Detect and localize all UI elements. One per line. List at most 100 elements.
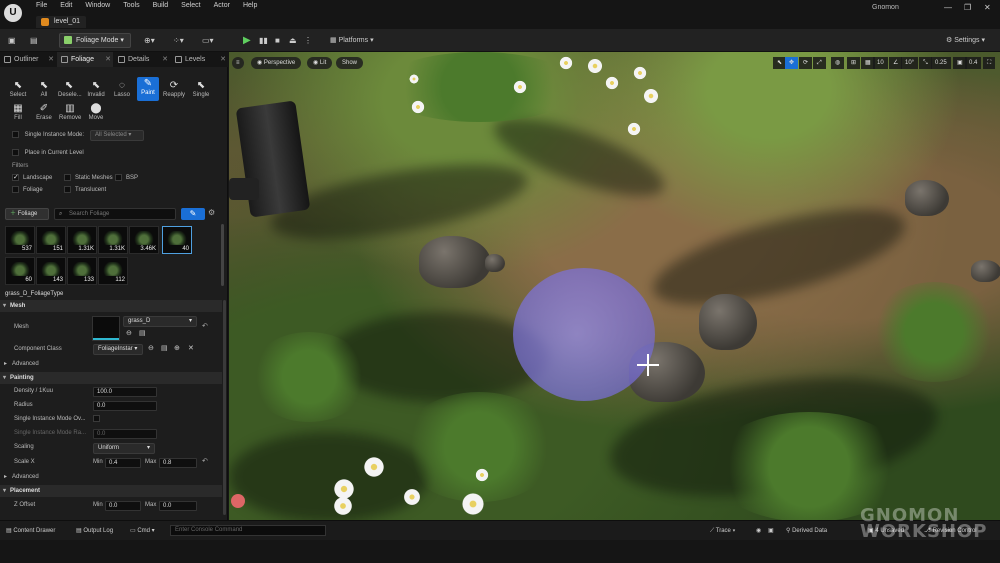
- painting-section-header[interactable]: ▾ Painting: [0, 372, 222, 384]
- filter-translucent[interactable]: Translucent: [64, 184, 106, 197]
- details-scrollbar[interactable]: [223, 300, 226, 515]
- tool-move[interactable]: ⬤ Move: [85, 102, 107, 124]
- foliage-thumb[interactable]: 3.46K: [129, 226, 159, 254]
- filter-landscape-checkbox[interactable]: [12, 171, 19, 184]
- mesh-section-header[interactable]: ▾ Mesh: [0, 300, 222, 312]
- foliage-thumb[interactable]: 1.31K: [67, 226, 97, 254]
- tool-lasso[interactable]: ◌ Lasso: [111, 79, 133, 101]
- menu-file[interactable]: File: [36, 2, 47, 9]
- world-icon[interactable]: ◍: [831, 57, 845, 69]
- play-icon[interactable]: ▶: [243, 34, 251, 48]
- z-offset-min-field[interactable]: 0.0: [105, 501, 141, 511]
- browse-icon[interactable]: ▤: [161, 344, 168, 352]
- menu-edit[interactable]: Edit: [60, 2, 72, 9]
- level-tab[interactable]: level_01: [36, 16, 87, 28]
- play-options-icon[interactable]: ⋮: [304, 34, 312, 48]
- foliage-thumb[interactable]: 133: [67, 257, 97, 285]
- cmd-dropdown[interactable]: ▭ Cmd ▾: [130, 525, 155, 537]
- platforms-button[interactable]: ▦ Platforms ▾: [330, 34, 374, 48]
- blueprint-icon[interactable]: ⁘▾: [173, 34, 184, 48]
- maximize-viewport-icon[interactable]: ⛶: [983, 57, 996, 69]
- menu-window[interactable]: Window: [85, 2, 110, 9]
- reset-icon[interactable]: ↶: [202, 322, 208, 330]
- cpu-icon[interactable]: ▣: [768, 525, 774, 537]
- scale-icon[interactable]: ⤢: [813, 57, 826, 69]
- mode-dropdown[interactable]: Foliage Mode ▾: [59, 33, 131, 48]
- tool-select[interactable]: ⬉ Select: [7, 79, 29, 101]
- filter-foliage-checkbox[interactable]: [12, 185, 19, 193]
- menu-help[interactable]: Help: [243, 2, 257, 9]
- component-class-dropdown[interactable]: FoliageInstar ▾: [93, 344, 143, 355]
- angle-snap-value[interactable]: 10°: [901, 57, 919, 69]
- maximize-button[interactable]: ❐: [964, 3, 971, 12]
- tool-remove[interactable]: ▥ Remove: [59, 102, 81, 124]
- scale-snap-value[interactable]: 0.25: [931, 57, 951, 69]
- browse-icon[interactable]: ▤: [139, 329, 146, 337]
- density-field[interactable]: 100.0: [93, 387, 157, 397]
- single-instance-dropdown[interactable]: All Selected ▾: [90, 130, 144, 141]
- eject-icon[interactable]: ⏏: [289, 34, 297, 48]
- foliage-thumb-selected[interactable]: 40: [162, 226, 192, 254]
- tab-foliage[interactable]: Foliage ✕: [57, 52, 113, 67]
- output-log-button[interactable]: ▤ Output Log: [76, 525, 113, 537]
- viewport-menu-icon[interactable]: ≡: [232, 57, 244, 69]
- add-actor-icon[interactable]: ⊕▾: [144, 34, 155, 48]
- settings-gear-icon[interactable]: ⚙: [208, 208, 215, 217]
- advanced-expander[interactable]: ▸ Advanced: [0, 358, 222, 371]
- foliage-search-input[interactable]: ⌕ Search Foliage: [54, 208, 176, 220]
- single-instance-radius-field[interactable]: 0.0: [93, 429, 157, 439]
- scale-snap-icon[interactable]: ⤡: [919, 57, 932, 69]
- scale-x-min-field[interactable]: 0.4: [105, 458, 141, 468]
- pause-icon[interactable]: ▮▮: [259, 34, 268, 48]
- mesh-thumbnail[interactable]: [92, 316, 120, 341]
- use-selected-icon[interactable]: ⊖: [126, 329, 132, 337]
- close-icon[interactable]: ✕: [162, 52, 168, 67]
- save-icon[interactable]: ▣: [8, 34, 16, 48]
- tab-levels[interactable]: Levels ✕: [171, 52, 228, 67]
- close-button[interactable]: ✕: [984, 3, 991, 12]
- tool-fill[interactable]: ▦ Fill: [7, 102, 29, 124]
- perspective-button[interactable]: ◉ Perspective: [251, 57, 302, 69]
- tool-paint[interactable]: ✎ Paint: [137, 77, 159, 101]
- trace-dropdown[interactable]: ⟋ Trace ▾: [710, 525, 736, 537]
- console-input[interactable]: Enter Console Command: [170, 525, 326, 536]
- advanced-expander-2[interactable]: ▸ Advanced: [0, 471, 222, 484]
- rotate-icon[interactable]: ⟳: [799, 57, 813, 69]
- menu-select[interactable]: Select: [181, 2, 200, 9]
- scale-x-max-field[interactable]: 0.8: [159, 458, 197, 468]
- grid-snap-value[interactable]: 10: [873, 57, 888, 69]
- camera-actor[interactable]: [235, 100, 311, 218]
- place-current-level-checkbox[interactable]: [12, 148, 19, 156]
- tool-invalid[interactable]: ⬉ Invalid: [85, 79, 107, 101]
- mesh-dropdown[interactable]: grass_D ▾: [123, 316, 197, 327]
- surface-snap-icon[interactable]: ⊞: [847, 57, 861, 69]
- menu-build[interactable]: Build: [153, 2, 169, 9]
- minimize-button[interactable]: —: [944, 3, 952, 12]
- tool-all[interactable]: ⬉ All: [33, 79, 55, 101]
- single-instance-override-checkbox[interactable]: [93, 415, 100, 422]
- lit-button[interactable]: ◉ Lit: [307, 57, 333, 69]
- foliage-thumb[interactable]: 1.31K: [98, 226, 128, 254]
- foliage-thumb[interactable]: 537: [5, 226, 35, 254]
- close-icon[interactable]: ✕: [105, 52, 111, 67]
- tool-single[interactable]: ⬉ Single: [190, 79, 212, 101]
- foliage-thumb[interactable]: 151: [36, 226, 66, 254]
- foliage-thumb[interactable]: 60: [5, 257, 35, 285]
- derived-data-button[interactable]: ⚲ Derived Data: [786, 525, 827, 537]
- foliage-thumb[interactable]: 112: [98, 257, 128, 285]
- translate-icon[interactable]: ✥: [785, 57, 799, 69]
- level-viewport[interactable]: ≡ ◉ Perspective ◉ Lit Show ⬉ ✥ ⟳ ⤢ ◍ ⊞ ▦…: [229, 52, 1000, 520]
- menu-tools[interactable]: Tools: [123, 2, 139, 9]
- stop-icon[interactable]: ■: [275, 34, 280, 48]
- close-icon[interactable]: ✕: [48, 52, 54, 67]
- close-icon[interactable]: ✕: [220, 52, 226, 67]
- show-button[interactable]: Show: [336, 57, 364, 69]
- thumbs-scrollbar[interactable]: [221, 224, 224, 286]
- tool-reapply[interactable]: ⟳ Reapply: [163, 79, 185, 101]
- tab-outliner[interactable]: Outliner ✕: [0, 52, 56, 67]
- add-foliage-button[interactable]: ＋ Foliage: [5, 208, 49, 220]
- clear-icon[interactable]: ✕: [188, 344, 194, 352]
- reset-icon[interactable]: ↶: [202, 457, 208, 465]
- add-icon[interactable]: ⊕: [174, 344, 180, 352]
- use-selected-icon[interactable]: ⊖: [148, 344, 154, 352]
